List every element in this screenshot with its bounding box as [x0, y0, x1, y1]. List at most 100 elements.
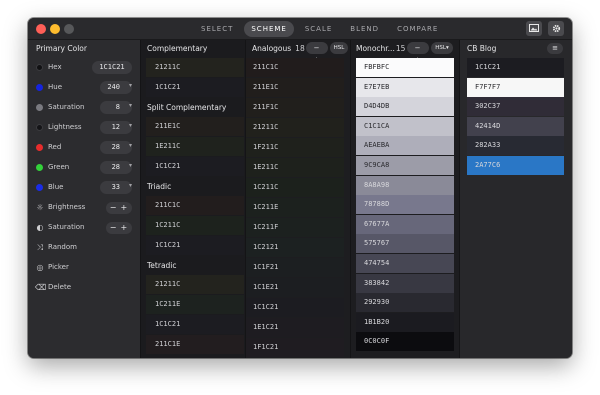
monochromatic-swatch[interactable]: 292930	[356, 293, 454, 313]
saturation-plus-minus[interactable]: −+	[106, 222, 132, 234]
monochromatic-count: 15	[395, 44, 406, 53]
monochromatic-swatch[interactable]: 383842	[356, 273, 454, 293]
complementary-swatch-2[interactable]: 1C1C21	[146, 78, 244, 97]
saturation-chevron-icon[interactable]: ▾	[129, 102, 132, 109]
palette-swatch[interactable]: 2A77C6	[467, 156, 564, 175]
red-stepper[interactable]: 28	[100, 141, 132, 154]
monochromatic-column: Monochr...15 −+ HSL▾ FBFBFCE7E7EBD4D4DBC…	[351, 40, 459, 358]
close-window-button[interactable]	[36, 24, 46, 34]
palette-swatch[interactable]: 1C1C21	[467, 58, 564, 77]
analogous-swatch[interactable]: 211E1C	[246, 78, 344, 97]
saturation-adjust-label: Saturation	[48, 223, 85, 231]
red-chevron-icon[interactable]: ▾	[129, 142, 132, 149]
minimize-window-button[interactable]	[50, 24, 60, 34]
analogous-swatch[interactable]: 211F1C	[246, 98, 344, 117]
monochromatic-swatch[interactable]: 474754	[356, 254, 454, 273]
hue-chevron-icon[interactable]: ▾	[129, 82, 132, 89]
monochromatic-swatch[interactable]: 78788D	[356, 195, 454, 215]
red-row: Red 28 ▾	[28, 138, 140, 158]
palette-swatch[interactable]: 42414D	[467, 116, 564, 136]
analogous-plus-minus[interactable]: −+	[306, 42, 328, 64]
analogous-swatch[interactable]: 1E1C21	[246, 318, 344, 337]
green-dot	[36, 164, 43, 171]
blue-dot	[36, 184, 43, 191]
analogous-header: Analogous 18	[252, 44, 305, 53]
monochromatic-swatch[interactable]: C1C1CA	[356, 116, 454, 136]
saturation-stepper[interactable]: 8	[100, 101, 132, 114]
monochromatic-swatch[interactable]: FBFBFC	[356, 58, 454, 77]
image-button[interactable]	[526, 21, 542, 36]
monochromatic-swatch[interactable]: 0C0C0F	[356, 332, 454, 352]
palette-swatch[interactable]: F7F7F7	[467, 77, 564, 97]
triadic-swatch-1[interactable]: 211C1C	[146, 196, 244, 215]
monochromatic-swatch[interactable]: 67677A	[356, 214, 454, 234]
tetradic-swatch-1[interactable]: 21211C	[146, 275, 244, 294]
analogous-swatch[interactable]: 1C211C	[246, 178, 344, 197]
monochromatic-swatch[interactable]: 9C9CA8	[356, 156, 454, 175]
monochromatic-swatch[interactable]: D4D4DB	[356, 97, 454, 117]
analogous-swatch[interactable]: 1E211C	[246, 158, 344, 177]
tab-select[interactable]: SELECT	[194, 21, 240, 37]
blue-stepper[interactable]: 33	[100, 181, 132, 194]
tetradic-swatch-3[interactable]: 1C1C21	[146, 315, 244, 334]
analogous-swatch[interactable]: 1F1C21	[246, 338, 344, 357]
hex-row: Hex 1C1C21	[28, 58, 140, 78]
monochromatic-header: Monochr...15	[356, 44, 405, 53]
analogous-swatch[interactable]: 1C1E21	[246, 278, 344, 297]
sidebar-title: Primary Color	[36, 44, 87, 53]
triadic-swatch-2[interactable]: 1C211C	[146, 216, 244, 235]
analogous-swatch[interactable]: 1C1F21	[246, 258, 344, 277]
palette-swatch[interactable]: 302C37	[467, 97, 564, 117]
monochromatic-format: HSL	[435, 45, 446, 51]
hue-stepper[interactable]: 240	[100, 81, 132, 94]
monochromatic-swatch[interactable]: AEAEBA	[356, 136, 454, 156]
analogous-swatch[interactable]: 1C1C21	[246, 298, 344, 317]
random-action[interactable]: ⤨ Random	[28, 238, 140, 258]
hex-input[interactable]: 1C1C21	[92, 61, 132, 74]
monochromatic-swatch[interactable]: 8A8A98	[356, 175, 454, 195]
settings-button[interactable]	[548, 21, 564, 36]
picker-action[interactable]: ◎ Picker	[28, 258, 140, 278]
tab-scale[interactable]: SCALE	[298, 21, 339, 37]
monochromatic-swatch[interactable]: E7E7EB	[356, 77, 454, 97]
palette-swatch[interactable]: 282A33	[467, 136, 564, 156]
tetradic-swatch-4[interactable]: 211C1E	[146, 335, 244, 354]
green-stepper[interactable]: 28	[100, 161, 132, 174]
complementary-swatch-1[interactable]: 21211C	[146, 58, 244, 77]
analogous-title: Analogous	[252, 44, 292, 53]
hex-color-dot	[36, 64, 43, 71]
shuffle-icon: ⤨	[36, 243, 44, 252]
split-swatch-2[interactable]: 1E211C	[146, 137, 244, 156]
delete-action[interactable]: ⌫ Delete	[28, 278, 140, 298]
hue-row: Hue 240 ▾	[28, 78, 140, 98]
palette-menu-button[interactable]: ≡	[547, 43, 563, 54]
analogous-swatch[interactable]: 211C1C	[246, 58, 344, 77]
tab-blend[interactable]: BLEND	[343, 21, 386, 37]
primary-color-sidebar: Primary Color Hex 1C1C21 Hue 240 ▾ Satur…	[28, 40, 140, 358]
triadic-swatch-3[interactable]: 1C1C21	[146, 236, 244, 255]
brightness-plus-minus[interactable]: −+	[106, 202, 132, 214]
lightness-dot	[36, 124, 43, 131]
analogous-swatch[interactable]: 1C211E	[246, 198, 344, 217]
tab-scheme[interactable]: SCHEME	[244, 21, 294, 37]
split-swatch-1[interactable]: 211E1C	[146, 117, 244, 136]
analogous-swatch[interactable]: 21211C	[246, 118, 344, 137]
monochromatic-plus-minus[interactable]: −+	[407, 42, 429, 64]
maximize-window-button[interactable]	[64, 24, 74, 34]
analogous-swatch[interactable]: 1F211C	[246, 138, 344, 157]
blue-label: Blue	[48, 183, 64, 191]
blue-chevron-icon[interactable]: ▾	[129, 182, 132, 189]
split-swatch-3[interactable]: 1C1C21	[146, 157, 244, 176]
analogous-swatch[interactable]: 1C2121	[246, 238, 344, 257]
tab-compare[interactable]: COMPARE	[390, 21, 445, 37]
monochromatic-swatch[interactable]: 575767	[356, 234, 454, 254]
monochromatic-swatch[interactable]: 1B1B20	[356, 312, 454, 332]
tetradic-swatch-2[interactable]: 1C211E	[146, 295, 244, 314]
lightness-chevron-icon[interactable]: ▾	[129, 122, 132, 129]
brightness-label: Brightness	[48, 203, 86, 211]
analogous-swatch[interactable]: 1C211F	[246, 218, 344, 237]
monochromatic-format-toggle[interactable]: HSL▾	[431, 42, 453, 54]
green-chevron-icon[interactable]: ▾	[129, 162, 132, 169]
lightness-stepper[interactable]: 12	[100, 121, 132, 134]
analogous-format-toggle[interactable]: HSL	[330, 42, 348, 54]
